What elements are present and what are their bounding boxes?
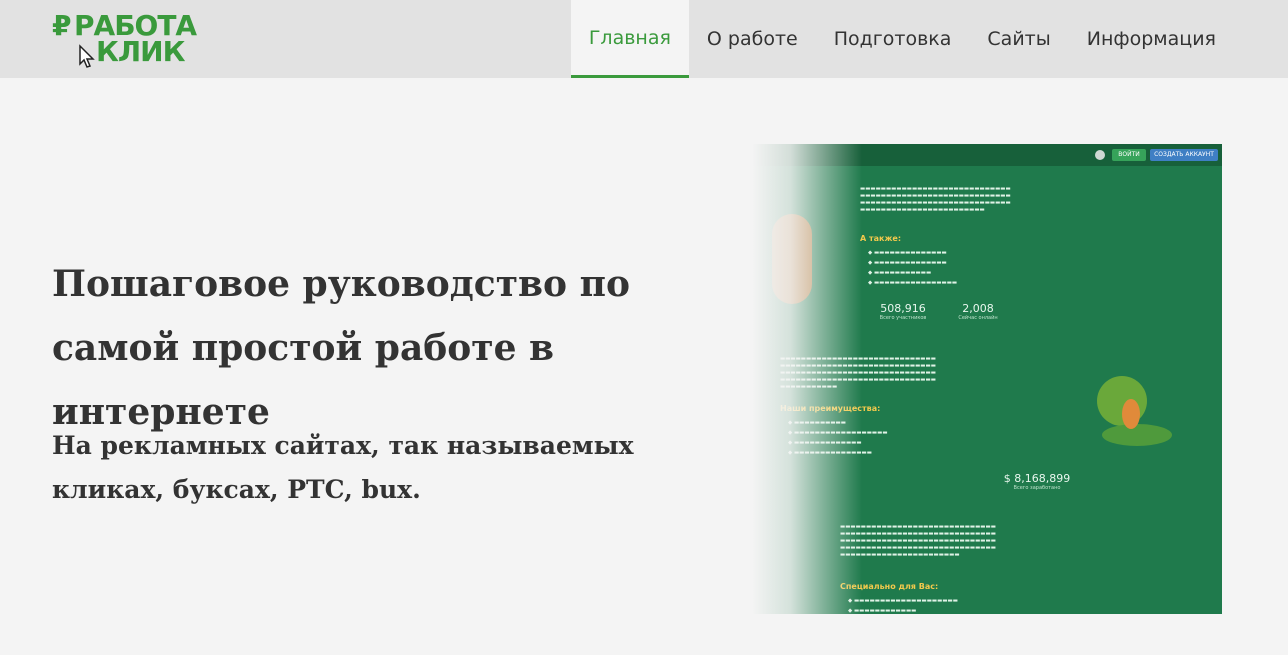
globe-icon [1095, 150, 1105, 160]
screenshot-fade-overlay [752, 144, 862, 614]
screenshot-also-heading: А также: [860, 234, 902, 243]
screenshot-also-list: ◆ ▬▬▬▬▬▬▬▬▬▬▬▬▬▬ ◆ ▬▬▬▬▬▬▬▬▬▬▬▬▬▬ ◆ ▬▬▬▬▬▬… [868, 250, 958, 286]
screenshot-special-list: ◆ ▬▬▬▬▬▬▬▬▬▬▬▬▬▬▬▬▬▬▬▬ ◆ ▬▬▬▬▬▬▬▬▬▬▬▬ [848, 598, 958, 614]
site-header: ₽ РАБОТА КЛИК Главная О работе Подготовк… [0, 0, 1288, 78]
hero-subtitle: На рекламных сайтах, так называемых клик… [52, 431, 634, 504]
screenshot-stat-earned: $ 8,168,899 Всего заработано [1003, 472, 1071, 491]
main-nav: Главная О работе Подготовка Сайты Информ… [570, 0, 1234, 78]
screenshot-paragraph: ▬▬▬▬▬▬▬▬▬▬▬▬▬▬▬▬▬▬▬▬▬▬▬▬▬▬▬▬▬ ▬▬▬▬▬▬▬▬▬▬▬… [860, 186, 1011, 213]
screenshot-stat-members: 508,916 Всего участников [879, 302, 927, 321]
nav-item-information[interactable]: Информация [1069, 0, 1234, 78]
cursor-icon [79, 44, 95, 68]
fox-character-illustration [1122, 399, 1140, 429]
ruble-icon: ₽ [52, 9, 72, 42]
nav-item-sites[interactable]: Сайты [969, 0, 1068, 78]
nav-item-preparation[interactable]: Подготовка [816, 0, 970, 78]
screenshot-login-button: ВОЙТИ [1112, 149, 1146, 161]
screenshot-create-account-button: СОЗДАТЬ АККАУНТ [1150, 149, 1218, 161]
hero-site-screenshot: ВОЙТИ СОЗДАТЬ АККАУНТ ▬▬▬▬▬▬▬▬▬▬▬▬▬▬▬▬▬▬… [752, 144, 1222, 614]
screenshot-paragraph-3: ▬▬▬▬▬▬▬▬▬▬▬▬▬▬▬▬▬▬▬▬▬▬▬▬▬▬▬▬▬▬ ▬▬▬▬▬▬▬▬▬▬… [840, 524, 996, 558]
nav-item-about-work[interactable]: О работе [689, 0, 816, 78]
hill-illustration [1102, 424, 1172, 446]
nav-item-home[interactable]: Главная [570, 0, 689, 78]
screenshot-stat-online: 2,008 Сейчас онлайн [958, 302, 998, 321]
site-logo[interactable]: ₽ РАБОТА КЛИК [52, 9, 197, 68]
hero-title: Пошаговое руководство по самой простой р… [52, 263, 630, 433]
logo-text-line2: КЛИК [96, 35, 185, 68]
